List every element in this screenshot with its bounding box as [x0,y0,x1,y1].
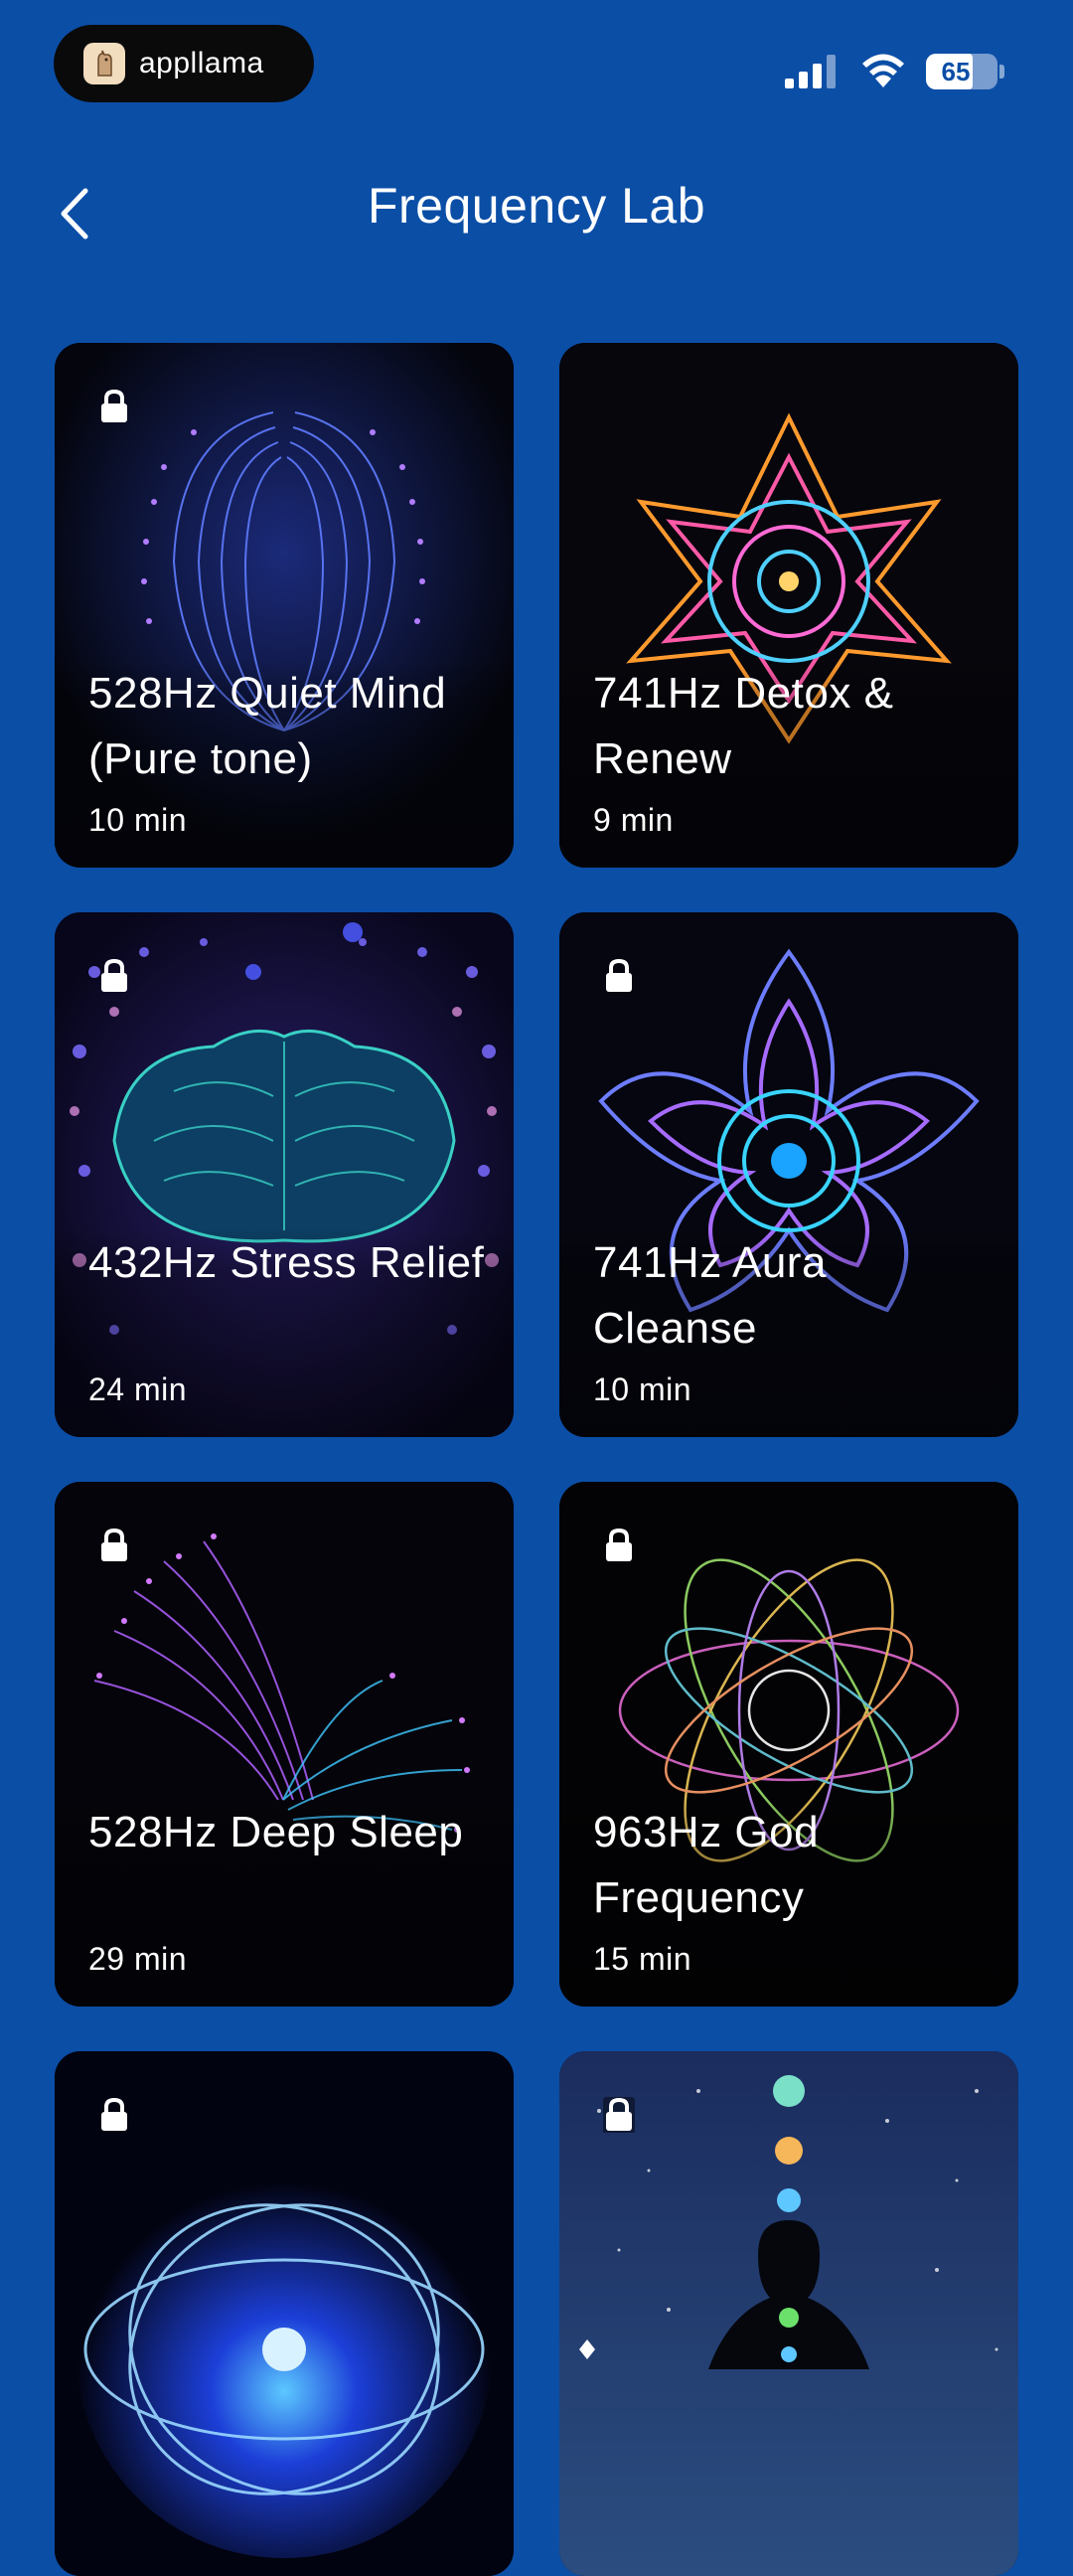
card-title: 528Hz Quiet Mind (Pure tone) [88,669,447,783]
card-duration: 10 min [88,802,188,838]
battery-percent: 65 [941,57,971,86]
card-duration: 24 min [88,1371,188,1407]
lock-icon [606,958,632,992]
frequency-card[interactable]: 963Hz God Frequency 15 min [559,1482,1018,2007]
card-title: 963Hz God Frequency [593,1808,820,1922]
app-name: appllama [139,47,264,80]
lock-icon [101,2097,127,2131]
lock-icon [101,1528,127,1561]
frequency-card[interactable] [55,2051,514,2576]
signal-icon [785,55,836,88]
battery-cap [999,65,1004,79]
frequency-card[interactable]: 741Hz Detox & Renew 9 min [559,343,1018,868]
frequency-card[interactable]: 432Hz Stress Relief 24 min [55,912,514,1437]
page-title: Frequency Lab [367,178,706,234]
card-title: 741Hz Detox & Renew [593,669,894,783]
frequency-card[interactable]: 528Hz Deep Sleep 29 min [55,1482,514,2007]
frequency-card[interactable]: 528Hz Quiet Mind (Pure tone) 10 min [55,343,514,868]
wifi-icon [862,54,904,87]
frequency-card[interactable] [559,2051,1018,2576]
lock-icon [101,389,127,422]
card-duration: 15 min [593,1941,692,1977]
llama-logo-icon [83,43,125,84]
frequency-card[interactable]: 741Hz Aura Cleanse 10 min [559,912,1018,1437]
card-duration: 10 min [593,1371,692,1407]
status-bar: appllama 65 [0,0,1073,119]
card-title: 741Hz Aura Cleanse [593,1238,827,1353]
lock-icon [606,1528,632,1561]
lock-icon [603,2097,635,2133]
card-title: 528Hz Deep Sleep [88,1808,464,1856]
battery-icon: 65 [926,54,997,89]
app-indicator-pill[interactable]: appllama [54,25,314,102]
card-title: 432Hz Stress Relief [88,1238,485,1287]
card-duration: 9 min [593,802,674,838]
lock-icon [101,958,127,992]
card-duration: 29 min [88,1941,188,1977]
